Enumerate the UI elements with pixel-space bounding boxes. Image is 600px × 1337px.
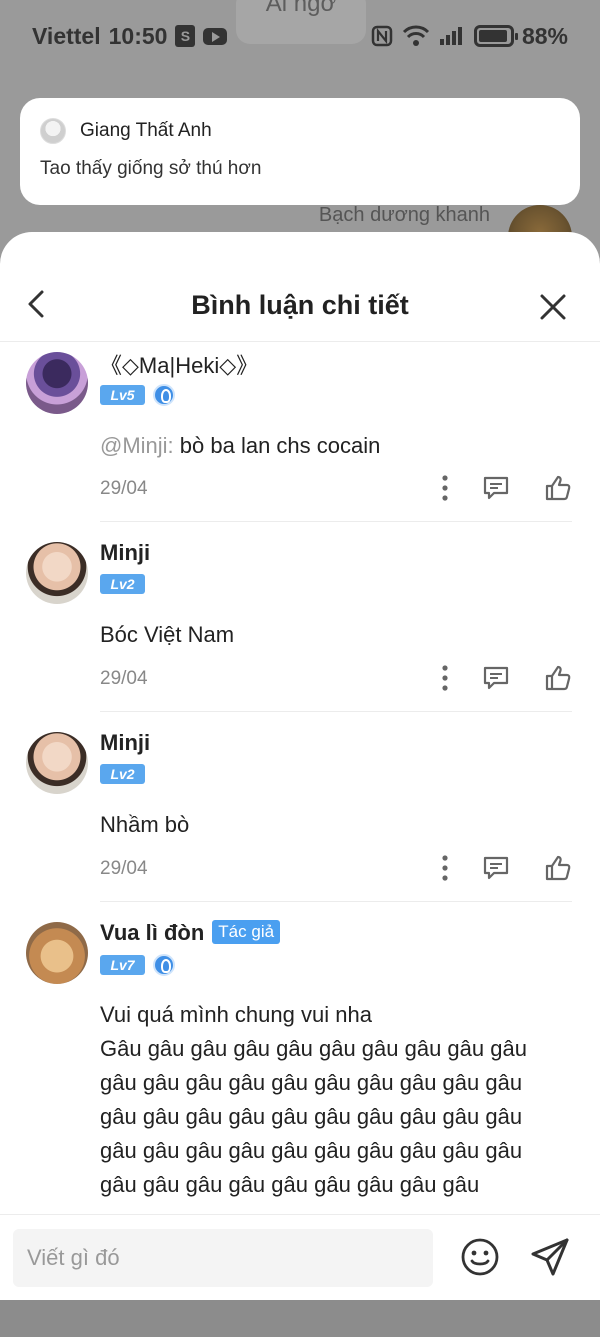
comment-text: Nhầm bò bbox=[100, 812, 190, 837]
status-bar: Viettel 10:50 S 88% bbox=[0, 0, 600, 72]
comment-input[interactable]: Viết gì đó bbox=[13, 1229, 433, 1287]
user-badges: Lv2 bbox=[100, 574, 145, 594]
notification-message: Tao thấy giống sở thú hơn bbox=[40, 158, 262, 179]
reply-icon[interactable] bbox=[482, 665, 510, 691]
avatar[interactable] bbox=[26, 352, 88, 414]
avatar[interactable] bbox=[26, 732, 88, 794]
comment-author-name: Vua lì đòn bbox=[100, 920, 205, 945]
close-button[interactable] bbox=[538, 292, 568, 322]
wifi-icon bbox=[402, 25, 430, 46]
comment-actions bbox=[442, 474, 572, 502]
comment-line: gâu gâu gâu gâu gâu gâu gâu gâu gâu bbox=[100, 1172, 480, 1197]
status-left: Viettel 10:50 S bbox=[32, 22, 228, 50]
comment-actions bbox=[442, 854, 572, 882]
comment-body: bò ba lan chs cocain bbox=[173, 433, 381, 458]
vip-badge-icon bbox=[153, 954, 175, 976]
comment-date: 29/04 bbox=[100, 858, 148, 879]
mention[interactable]: @Minji: bbox=[100, 433, 174, 458]
comment-line: gâu gâu gâu gâu gâu gâu gâu gâu gâu gâu bbox=[100, 1138, 523, 1163]
comment-author[interactable]: 《◇Ma|Heki◇》 bbox=[100, 348, 258, 380]
like-icon[interactable] bbox=[544, 854, 572, 882]
comment-line: Vui quá mình chung vui nha bbox=[100, 1002, 372, 1027]
youtube-icon bbox=[203, 27, 228, 45]
more-options-icon[interactable] bbox=[442, 475, 448, 501]
more-options-icon[interactable] bbox=[442, 665, 448, 691]
avatar[interactable] bbox=[26, 922, 88, 984]
more-options-icon[interactable] bbox=[442, 855, 448, 881]
notification-sender: Giang Thất Anh bbox=[80, 120, 212, 141]
level-badge: Lv2 bbox=[100, 764, 145, 784]
comment-line: gâu gâu gâu gâu gâu gâu gâu gâu gâu gâu bbox=[100, 1104, 523, 1129]
sheet-header: Bình luận chi tiết bbox=[0, 232, 600, 342]
battery-icon bbox=[473, 25, 518, 47]
comment-item: Minji Lv2 Nhầm bò 29/04 bbox=[0, 712, 600, 902]
comment-detail-sheet: Bình luận chi tiết 《◇Ma|Heki◇》 Lv5 @Minj… bbox=[0, 232, 600, 1300]
navigation-bar-area bbox=[0, 1300, 600, 1337]
author-tag: Tác giả bbox=[212, 920, 281, 944]
comment-author[interactable]: Vua lì đòn Tác giả bbox=[100, 920, 281, 946]
notification-banner[interactable]: Giang Thất Anh Tao thấy giống sở thú hơn bbox=[20, 98, 580, 205]
comment-actions bbox=[442, 664, 572, 692]
emoji-icon[interactable] bbox=[460, 1237, 500, 1277]
comment-list[interactable]: 《◇Ma|Heki◇》 Lv5 @Minji: bò ba lan chs co… bbox=[0, 342, 600, 1214]
notification-header: Giang Thất Anh bbox=[40, 118, 560, 144]
notification-avatar bbox=[40, 118, 66, 144]
status-right: 88% bbox=[370, 23, 568, 50]
reply-icon[interactable] bbox=[482, 475, 510, 501]
like-icon[interactable] bbox=[544, 474, 572, 502]
send-icon[interactable] bbox=[528, 1235, 572, 1279]
clock: 10:50 bbox=[108, 22, 168, 49]
signal-icon bbox=[439, 27, 462, 45]
battery-level: 88% bbox=[521, 22, 568, 49]
page-title: Bình luận chi tiết bbox=[191, 290, 409, 320]
comment-input-bar: Viết gì đó bbox=[0, 1214, 600, 1300]
nfc-icon bbox=[371, 25, 393, 47]
comment-text: Vui quá mình chung vui nha Gâu gâu gâu g… bbox=[100, 998, 570, 1202]
comment-date: 29/04 bbox=[100, 668, 148, 689]
comment-line: gâu gâu gâu gâu gâu gâu gâu gâu gâu gâu bbox=[100, 1070, 523, 1095]
shopee-icon: S bbox=[175, 25, 196, 47]
background-user-name: Bạch dương khanh bbox=[318, 204, 490, 226]
comment-item: 《◇Ma|Heki◇》 Lv5 @Minji: bò ba lan chs co… bbox=[0, 342, 600, 522]
comment-item: Vua lì đòn Tác giả Lv7 Vui quá mình chung… bbox=[0, 902, 600, 1214]
user-badges: Lv5 bbox=[100, 384, 175, 406]
level-badge: Lv5 bbox=[100, 385, 145, 405]
avatar[interactable] bbox=[26, 542, 88, 604]
vip-badge-icon bbox=[153, 384, 175, 406]
reply-icon[interactable] bbox=[482, 855, 510, 881]
carrier-name: Viettel bbox=[32, 22, 101, 49]
comment-item: Minji Lv2 Bóc Việt Nam 29/04 bbox=[0, 522, 600, 712]
user-badges: Lv2 bbox=[100, 764, 145, 784]
comment-line: Gâu gâu gâu gâu gâu gâu gâu gâu gâu gâu bbox=[100, 1036, 527, 1061]
like-icon[interactable] bbox=[544, 664, 572, 692]
comment-author[interactable]: Minji bbox=[100, 540, 150, 566]
level-badge: Lv7 bbox=[100, 955, 145, 975]
comment-date: 29/04 bbox=[100, 478, 148, 499]
comment-text: Bóc Việt Nam bbox=[100, 622, 235, 647]
level-badge: Lv2 bbox=[100, 574, 145, 594]
user-badges: Lv7 bbox=[100, 954, 175, 976]
comment-text: @Minji: bò ba lan chs cocain bbox=[100, 429, 570, 463]
comment-author[interactable]: Minji bbox=[100, 730, 150, 756]
